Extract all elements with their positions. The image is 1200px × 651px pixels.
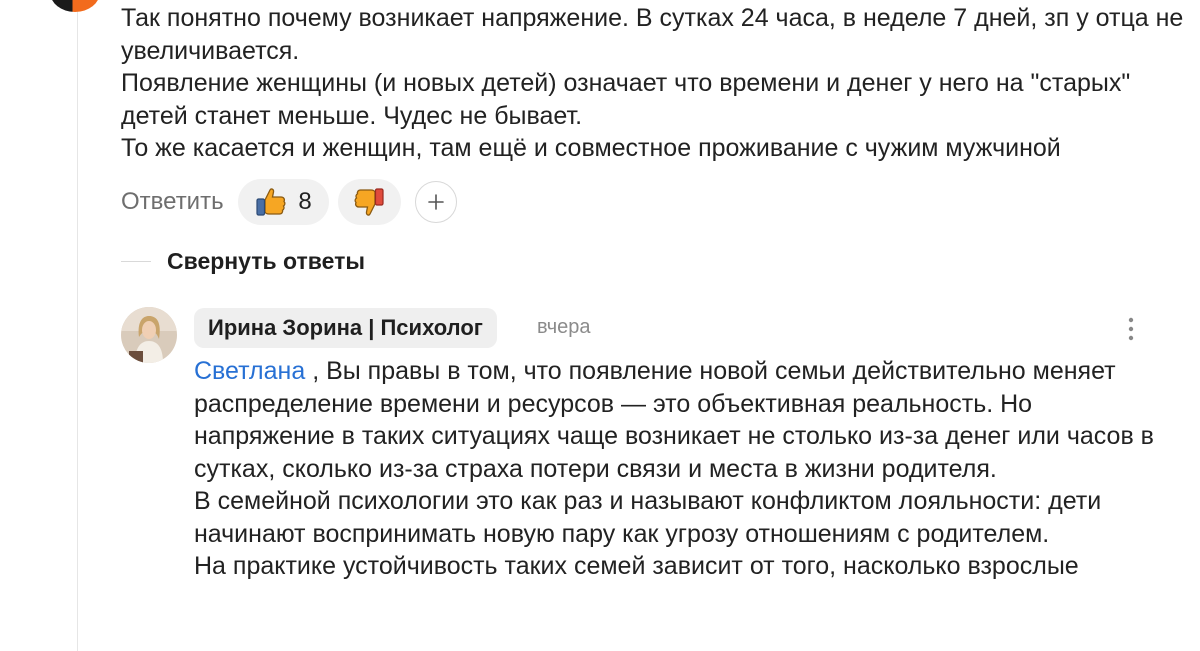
thread-line <box>77 0 78 651</box>
mention-link[interactable]: Светлана <box>194 357 305 385</box>
collapse-replies[interactable]: Свернуть ответы <box>121 245 365 277</box>
reply-paragraph: В семейной психологии это как раз и назы… <box>194 487 1102 548</box>
reply-button[interactable]: Ответить <box>121 188 224 216</box>
reply-paragraph: На практике устойчивость таких семей зав… <box>194 552 1079 580</box>
dislike-button[interactable] <box>337 179 401 225</box>
reply-author-avatar[interactable] <box>121 307 177 363</box>
reply-timestamp: вчера <box>537 316 591 338</box>
kebab-menu-icon <box>1128 317 1134 341</box>
thumbs-down-icon <box>354 188 384 216</box>
like-count: 8 <box>298 188 312 215</box>
collapse-replies-label: Свернуть ответы <box>167 247 366 274</box>
add-reaction-button[interactable] <box>414 181 457 223</box>
parent-comment-line: Так понятно почему возникает напряжение.… <box>121 4 1184 65</box>
thumbs-up-icon <box>256 188 286 216</box>
parent-comment-line: То же касается и женщин, там ещё и совме… <box>121 134 1061 162</box>
collapse-divider <box>121 260 151 262</box>
reply-paragraph: Светлана , Вы правы в том, что появление… <box>194 355 1174 485</box>
plus-icon <box>427 194 444 210</box>
reply-author-name[interactable]: Ирина Зорина | Психолог <box>194 308 497 348</box>
reply-paragraph-text: , Вы правы в том, что появление новой се… <box>194 357 1154 483</box>
more-options-button[interactable] <box>1116 314 1146 344</box>
like-button[interactable]: 8 <box>237 179 329 225</box>
avatar-photo <box>121 307 177 363</box>
parent-comment-text: Так понятно почему возникает напряжение.… <box>121 2 1191 165</box>
parent-comment-line: Появление женщины (и новых детей) означа… <box>121 69 1131 130</box>
comment-actions: Ответить 8 <box>121 179 457 225</box>
reply-text: Светлана , Вы правы в том, что появление… <box>194 355 1174 583</box>
parent-avatar[interactable] <box>50 0 100 12</box>
